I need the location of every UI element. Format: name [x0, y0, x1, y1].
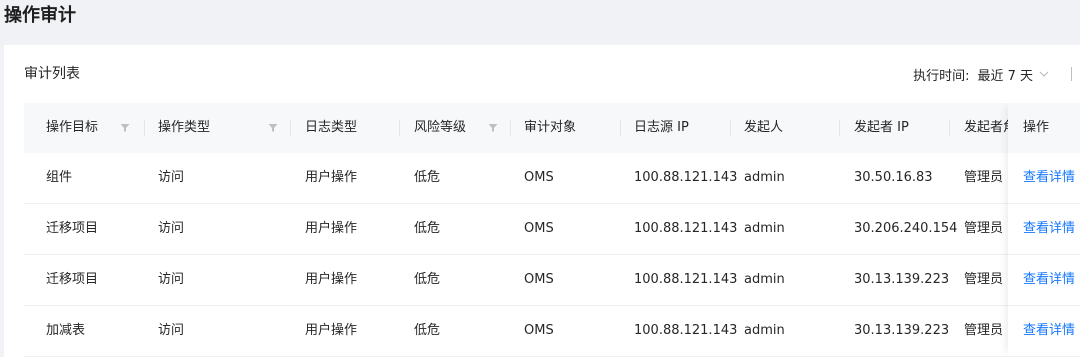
audit-list-panel: 审计列表 执行时间: 最近 7 天 操作目标 操作类型 日志类型 风险等级 审计…	[4, 45, 1080, 357]
fixed-action-column: 操作 查看详情 查看详情 查看详情 查看详情	[1008, 103, 1080, 357]
column-divider	[144, 120, 145, 136]
cell-op-type: 访问	[158, 323, 185, 338]
view-details-link[interactable]: 查看详情	[1023, 153, 1075, 203]
time-range-select[interactable]: 最近 7 天	[977, 65, 1049, 84]
cell-initiator-ip: 30.50.16.83	[854, 170, 933, 185]
table-row: 迁移项目 访问 用户操作 低危 OMS 100.88.121.143 admin…	[24, 255, 1080, 306]
cell-initiator-ip: 30.206.240.154	[854, 221, 958, 236]
cell-log-source-ip: 100.88.121.143	[634, 170, 738, 185]
table-row: 组件 访问 用户操作 低危 OMS 100.88.121.143 admin 3…	[24, 153, 1080, 204]
cell-initiator: admin	[744, 272, 785, 287]
cell-log-source-ip: 100.88.121.143	[634, 272, 738, 287]
column-header-target[interactable]: 操作目标	[46, 103, 98, 153]
audit-table: 操作目标 操作类型 日志类型 风险等级 审计对象 日志源 IP 发起人 发起者 …	[24, 103, 1080, 357]
column-divider	[949, 120, 950, 136]
cell-risk-level: 低危	[414, 170, 441, 185]
table-header: 操作目标 操作类型 日志类型 风险等级 审计对象 日志源 IP 发起人 发起者 …	[24, 103, 1080, 153]
time-range-value: 最近 7 天	[977, 68, 1033, 84]
cell-risk-level: 低危	[414, 221, 441, 236]
column-header-op-type[interactable]: 操作类型	[158, 103, 210, 153]
column-header-audit-object[interactable]: 审计对象	[524, 103, 576, 153]
filter-icon[interactable]	[120, 122, 130, 132]
cell-target: 迁移项目	[46, 221, 99, 236]
view-details-link[interactable]: 查看详情	[1023, 204, 1075, 254]
time-filter-label: 执行时间:	[913, 68, 970, 84]
cell-log-type: 用户操作	[305, 323, 358, 338]
cell-audit-object: OMS	[524, 272, 554, 287]
column-header-initiator-role[interactable]: 发起者角色	[964, 103, 1008, 153]
cell-op-type: 访问	[158, 170, 185, 185]
filter-icon[interactable]	[488, 122, 498, 132]
table-row: 迁移项目 访问 用户操作 低危 OMS 100.88.121.143 admin…	[24, 204, 1080, 255]
cell-initiator: admin	[744, 323, 785, 338]
cell-log-source-ip: 100.88.121.143	[634, 323, 738, 338]
filter-icon[interactable]	[268, 122, 278, 132]
cell-initiator-ip: 30.13.139.223	[854, 323, 950, 338]
column-header-log-type[interactable]: 日志类型	[305, 103, 357, 153]
column-header-initiator-ip[interactable]: 发起者 IP	[854, 103, 909, 153]
cell-target: 加减表	[46, 323, 86, 338]
cell-audit-object: OMS	[524, 170, 554, 185]
cell-initiator-role: 管理员	[964, 170, 1004, 185]
cell-target: 迁移项目	[46, 272, 99, 287]
view-details-link[interactable]: 查看详情	[1023, 255, 1075, 305]
column-divider	[620, 120, 621, 136]
cell-initiator-role: 管理员	[964, 272, 1004, 287]
time-filter: 执行时间: 最近 7 天	[913, 63, 1072, 85]
column-divider	[839, 120, 840, 136]
chevron-down-icon	[1039, 71, 1049, 77]
cell-log-source-ip: 100.88.121.143	[634, 221, 738, 236]
cell-target: 组件	[46, 170, 73, 185]
cell-log-type: 用户操作	[305, 272, 358, 287]
column-header-risk-level[interactable]: 风险等级	[414, 103, 466, 153]
panel-title: 审计列表	[24, 66, 80, 82]
cell-initiator: admin	[744, 170, 785, 185]
column-header-initiator[interactable]: 发起人	[744, 103, 783, 153]
cell-op-type: 访问	[158, 272, 185, 287]
cell-audit-object: OMS	[524, 323, 554, 338]
cell-log-type: 用户操作	[305, 221, 358, 236]
cell-log-type: 用户操作	[305, 170, 358, 185]
cell-initiator-role: 管理员	[964, 221, 1004, 236]
cell-op-type: 访问	[158, 221, 185, 236]
column-header-log-source-ip[interactable]: 日志源 IP	[634, 103, 689, 153]
cell-risk-level: 低危	[414, 323, 441, 338]
cell-initiator: admin	[744, 221, 785, 236]
toolbar-divider	[1071, 67, 1072, 81]
column-divider	[399, 120, 400, 136]
cell-audit-object: OMS	[524, 221, 554, 236]
page-title: 操作审计	[4, 5, 76, 26]
column-divider	[510, 120, 511, 136]
column-divider	[290, 120, 291, 136]
table-row: 加减表 访问 用户操作 低危 OMS 100.88.121.143 admin …	[24, 306, 1080, 357]
column-divider	[730, 120, 731, 136]
column-header-actions: 操作	[1008, 103, 1080, 153]
cell-initiator-role: 管理员	[964, 323, 1004, 338]
view-details-link[interactable]: 查看详情	[1023, 306, 1075, 356]
cell-initiator-ip: 30.13.139.223	[854, 272, 950, 287]
cell-risk-level: 低危	[414, 272, 441, 287]
